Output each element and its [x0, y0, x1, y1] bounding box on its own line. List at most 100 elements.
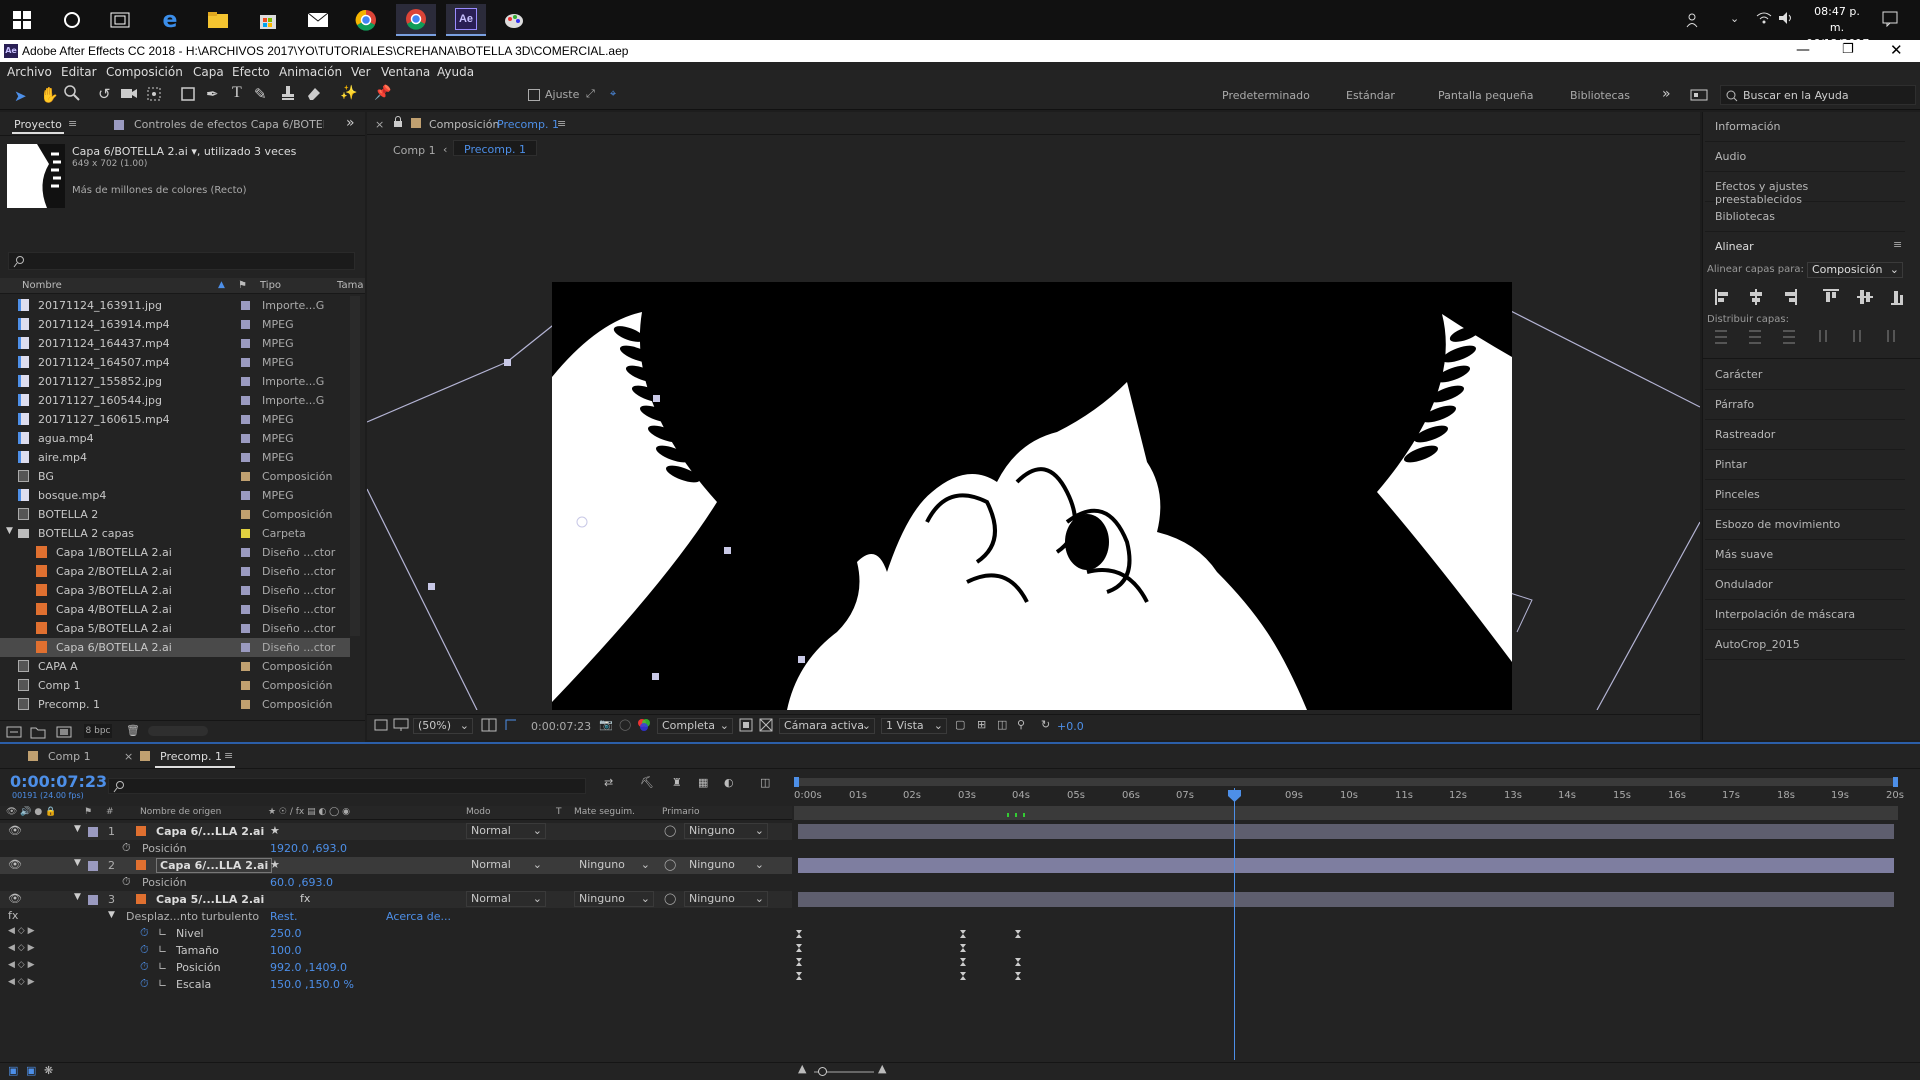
project-list-item[interactable]: bosque.mp4 MPEG	[0, 486, 350, 505]
label-color-swatch[interactable]	[241, 377, 250, 386]
thumbnail-scale-slider[interactable]	[148, 726, 208, 736]
eraser-tool-icon[interactable]	[306, 85, 322, 104]
toggle-in-out-icon[interactable]: ❋	[44, 1064, 53, 1077]
align-to-dropdown[interactable]: Composición ⌄	[1807, 262, 1903, 278]
effect-property-value[interactable]: 100.0	[270, 944, 302, 957]
people-icon[interactable]	[1686, 12, 1700, 28]
keyframe-nav-icon[interactable]: ◀ ◇ ▶	[8, 926, 35, 936]
label-color-swatch[interactable]	[241, 434, 250, 443]
chevron-up-icon[interactable]: ⌄	[1730, 12, 1739, 25]
panel-rastreador[interactable]: Rastreador	[1705, 420, 1905, 450]
effect-row[interactable]: fx ▼ Desplaz...nto turbulento Rest. Acer…	[0, 908, 792, 925]
toggle-switches-icon[interactable]: ▣	[8, 1064, 18, 1077]
align-panel-title[interactable]: Alinear	[1715, 240, 1754, 253]
project-list-item[interactable]: Capa 3/BOTELLA 2.ai Diseño ...ctor	[0, 581, 350, 600]
snapshot-icon[interactable]: 📷	[599, 718, 613, 731]
stopwatch-icon[interactable]: ⏱	[140, 977, 149, 991]
column-tipo[interactable]: Tipo	[260, 280, 281, 291]
volume-icon[interactable]	[1778, 11, 1794, 28]
label-color-swatch[interactable]	[241, 681, 250, 690]
switches-header-icons[interactable]: ★ ☉ ∕ fx ▤ ◐ ◯ ◉	[268, 807, 350, 817]
layer3-matte-dropdown[interactable]: Ninguno ⌄	[574, 891, 654, 907]
windows-start-icon[interactable]	[2, 4, 42, 36]
layer2-duration-bar[interactable]	[798, 858, 1894, 873]
project-list-item[interactable]: Capa 6/BOTELLA 2.ai Diseño ...ctor	[0, 638, 350, 657]
viewer-timecode[interactable]: 0:00:07:23	[531, 720, 591, 733]
layer3-expand-icon[interactable]: ▼	[74, 892, 81, 902]
zoom-dropdown[interactable]: (50%) ⌄	[413, 718, 473, 734]
project-list-item[interactable]: 20171127_155852.jpg Importe...G	[0, 372, 350, 391]
panel-parrafo[interactable]: Párrafo	[1705, 390, 1905, 420]
type-tool-icon[interactable]: T	[232, 84, 242, 102]
label-color-swatch[interactable]	[241, 491, 250, 500]
chrome-profile-icon[interactable]	[396, 4, 436, 36]
layer1-visibility-icon[interactable]: 👁	[8, 824, 22, 837]
effect-reset-link[interactable]: Rest.	[270, 910, 297, 923]
project-list-item[interactable]: ▼ BOTELLA 2 capas Carpeta	[0, 524, 350, 543]
work-area-start-handle[interactable]	[794, 777, 799, 787]
clone-stamp-tool-icon[interactable]	[280, 85, 296, 104]
exposure-value[interactable]: +0.0	[1057, 720, 1084, 733]
more-tabs-icon[interactable]: »	[346, 115, 355, 131]
project-list-item[interactable]: Capa 1/BOTELLA 2.ai Diseño ...ctor	[0, 543, 350, 562]
color-depth-button[interactable]: 8 bpc	[84, 724, 112, 738]
panel-bibliotecas[interactable]: Bibliotecas	[1705, 202, 1905, 232]
minimize-icon[interactable]: —	[1796, 42, 1810, 58]
tab-comp1[interactable]: Comp 1	[48, 750, 91, 763]
workspace-estandar[interactable]: Estándar	[1346, 89, 1395, 102]
label-color-swatch[interactable]	[241, 339, 250, 348]
layer1-position-row[interactable]: ⏱ Posición 1920.0 ,693.0	[0, 840, 792, 857]
timeline-zoom-slider[interactable]	[814, 1067, 874, 1076]
label-color-swatch[interactable]	[241, 662, 250, 671]
stopwatch-icon[interactable]: ⏱	[140, 926, 149, 940]
effect-fx-icon[interactable]: fx	[8, 909, 18, 922]
breadcrumb-comp1[interactable]: Comp 1	[393, 144, 436, 157]
parent-header[interactable]: Primario	[662, 807, 699, 817]
effect-property-value[interactable]: 250.0	[270, 927, 302, 940]
menu-editar[interactable]: Editar	[61, 65, 97, 79]
layer3-name[interactable]: Capa 5/...LLA 2.ai	[156, 893, 264, 906]
label-color-swatch[interactable]	[241, 396, 250, 405]
label-color-swatch[interactable]	[241, 301, 250, 310]
label-color-swatch[interactable]	[241, 643, 250, 652]
rectangle-tool-icon[interactable]	[180, 86, 196, 105]
safe-margins-icon[interactable]	[481, 718, 497, 735]
breadcrumb-precomp1[interactable]: Precomp. 1	[453, 140, 537, 156]
close-precomp-tab-icon[interactable]: ×	[124, 750, 133, 763]
stopwatch-icon[interactable]: ⏱	[140, 960, 149, 974]
stopwatch-icon[interactable]: ⏱	[140, 943, 149, 957]
restore-icon[interactable]: ❐	[1842, 42, 1854, 57]
new-folder-icon[interactable]	[30, 725, 46, 742]
source-name-header[interactable]: Nombre de origen	[140, 807, 221, 817]
column-nombre[interactable]: Nombre	[22, 280, 62, 291]
graph-icon[interactable]: ∟	[158, 960, 167, 973]
panel-esbozo-movimiento[interactable]: Esbozo de movimiento	[1705, 510, 1905, 540]
mode-header[interactable]: Modo	[466, 807, 491, 817]
project-search-input[interactable]	[8, 252, 355, 270]
layer-row-2[interactable]: 👁 ▼ 2 Capa 6/...LLA 2.ai ★ Normal ⌄ Ningu…	[0, 857, 792, 874]
zoom-out-icon[interactable]: ▲	[798, 1062, 806, 1075]
close-comp-tab-icon[interactable]: ×	[375, 118, 384, 131]
menu-ventana[interactable]: Ventana	[381, 65, 430, 79]
label-column-header-icon[interactable]: ⚑	[84, 807, 92, 817]
layer2-mode-dropdown[interactable]: Normal ⌄	[466, 857, 546, 873]
workspace-bibliotecas[interactable]: Bibliotecas	[1570, 89, 1630, 102]
layer3-pickwhip-icon[interactable]: ◯	[664, 892, 676, 905]
graph-icon[interactable]: ∟	[158, 926, 167, 939]
layer1-duration-bar[interactable]	[798, 824, 1894, 839]
timeline-zoom-thumb[interactable]	[818, 1067, 827, 1076]
label-color-swatch[interactable]	[241, 624, 250, 633]
monitor-icon[interactable]	[393, 718, 409, 735]
chrome-icon[interactable]	[346, 4, 386, 36]
layer2-visibility-icon[interactable]: 👁	[8, 858, 22, 871]
region-of-interest-icon[interactable]	[739, 718, 753, 735]
layer3-mode-dropdown[interactable]: Normal ⌄	[466, 891, 546, 907]
mail-icon[interactable]	[298, 4, 338, 36]
panel-pinceles[interactable]: Pinceles	[1705, 480, 1905, 510]
project-list-item[interactable]: 20171124_163911.jpg Importe...G	[0, 296, 350, 315]
time-ruler[interactable]: 0:00s 01s 02s 03s 04s 05s 06s 07s 09s 10s 11s 12s 13…	[794, 788, 1904, 804]
transparency-grid-icon[interactable]	[759, 718, 773, 735]
layer1-parent-dropdown[interactable]: Ninguno ⌄	[684, 823, 768, 839]
more-workspaces-icon[interactable]: »	[1662, 86, 1671, 102]
label-color-swatch[interactable]	[241, 358, 250, 367]
